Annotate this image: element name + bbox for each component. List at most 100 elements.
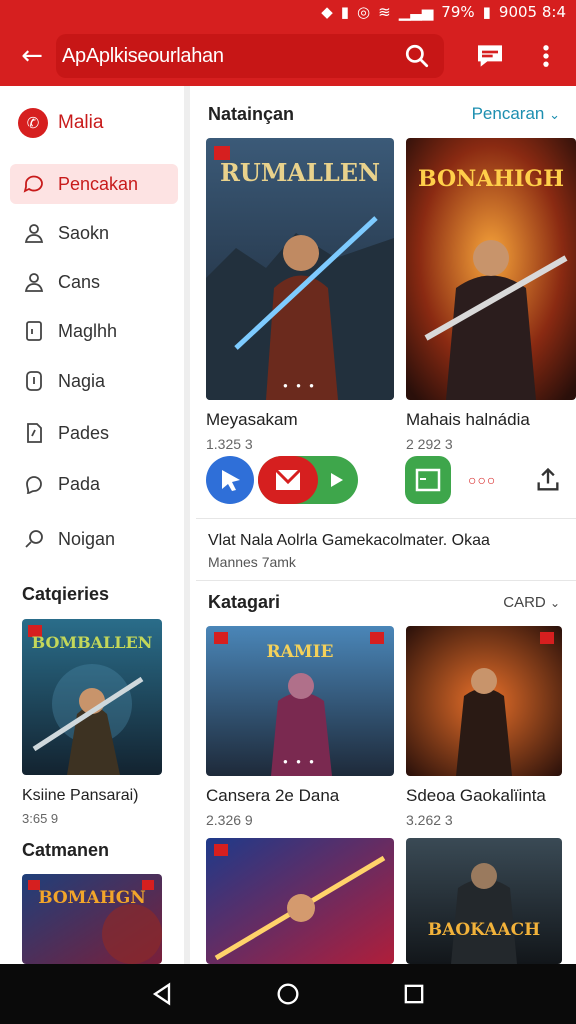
chevron-down-icon: ⌄ <box>549 596 560 610</box>
game-logo-text: BOMBALLEN <box>31 633 153 652</box>
sidebar-header-label: Malia <box>58 112 104 133</box>
sidebar-item-label: Pada <box>58 473 101 494</box>
app-bar: ← ApAplkiseourlahan <box>0 26 576 86</box>
card-meta: 2 292 3 <box>406 436 453 452</box>
sidebar-item-cans[interactable]: Cans <box>10 262 178 302</box>
card-title: Ksiine Pansarai) <box>22 787 139 804</box>
search-icon[interactable] <box>404 43 430 69</box>
game-card[interactable]: BOMAHGN <box>22 874 162 964</box>
sidebar-item-pencakan[interactable]: Pencakan <box>10 164 178 204</box>
sidebar-item-maglhh[interactable]: Maglhh <box>10 311 178 351</box>
main-content: Natainçan Pencaran ⌄ RUMALLEN ● ● ● Meya… <box>196 86 576 964</box>
sort-dropdown[interactable]: CARD ⌄ <box>503 594 560 611</box>
card-title: Mahais halnádia <box>406 410 530 429</box>
game-logo-text: BOMAHGN <box>38 888 146 908</box>
notification-icon: ◆ <box>321 3 333 21</box>
description-sub: Mannes 7amk <box>208 554 296 570</box>
share-button[interactable] <box>206 456 254 504</box>
game-artwork: BONAHIGH <box>406 138 576 400</box>
game-artwork <box>206 838 394 964</box>
see-more-link[interactable]: Pencaran ⌄ <box>472 104 560 124</box>
window-icon <box>415 468 441 492</box>
sidebar-item-noigan[interactable]: Noigan <box>10 519 178 559</box>
game-logo-text: RUMALLEN <box>219 158 381 187</box>
divider <box>196 580 576 581</box>
section-title: Katagari <box>208 592 281 612</box>
sidebar-item-label: Noigan <box>58 528 116 549</box>
game-logo-text: BONAHIGH <box>418 166 564 192</box>
card-meta: 3:65 9 <box>22 811 59 826</box>
play-icon <box>331 473 343 487</box>
carousel-dots[interactable]: ● ● ● <box>206 381 394 390</box>
wifi-icon: ≋ <box>378 3 391 21</box>
person-icon <box>24 224 44 243</box>
sidebar-item-saokn[interactable]: Saokn <box>10 213 178 253</box>
game-artwork: BAOKAACH <box>406 838 562 964</box>
sidebar-item-label: Pencakan <box>58 173 139 194</box>
sidebar-item-label: Nagia <box>58 370 106 391</box>
section-title: Catqieries <box>22 584 110 604</box>
game-card[interactable]: Sdeoa Gaokalïinta 3.262 3 <box>406 626 576 828</box>
back-triangle-icon[interactable] <box>148 980 176 1008</box>
document-icon <box>27 423 42 443</box>
install-button[interactable] <box>405 456 451 504</box>
mail-icon <box>258 456 318 504</box>
sidebar-item-nagia[interactable]: Nagia <box>10 361 178 401</box>
more-vert-icon[interactable] <box>532 40 560 72</box>
game-card[interactable]: BOMBALLEN Ksiine Pansarai) 3:65 9 <box>22 619 162 826</box>
home-circle-icon[interactable] <box>274 980 302 1008</box>
game-card[interactable]: RAMIE ● ● ● Cansera 2e Dana 2.326 9 <box>206 626 394 828</box>
search-input[interactable]: ApAplkiseourlahan <box>56 34 444 78</box>
card-meta: 1.325 3 <box>206 436 253 452</box>
sidebar-item-label: Saokn <box>58 222 110 243</box>
card-meta: 2.326 9 <box>206 812 253 828</box>
sidebar-header[interactable]: ✆ Malia <box>18 108 103 138</box>
cursor-icon <box>222 470 240 491</box>
game-card[interactable]: BAOKAACH <box>406 838 576 964</box>
game-artwork: RUMALLEN ● ● ● <box>206 138 394 400</box>
info-icon <box>26 371 42 391</box>
phone-icon: ✆ <box>18 108 48 138</box>
section-title: Catmanen <box>22 840 110 860</box>
chevron-down-icon: ⌄ <box>549 108 560 123</box>
divider <box>196 518 576 519</box>
play-button[interactable] <box>258 456 358 504</box>
signal-icon: ▁▃▅ <box>398 3 434 21</box>
game-card[interactable]: RUMALLEN ● ● ● Meyasakam 1.325 3 <box>206 138 394 452</box>
game-artwork: BOMBALLEN <box>22 619 162 775</box>
search-text: ApAplkiseourlahan <box>62 45 224 67</box>
carousel-dots[interactable]: ● ● ● <box>206 757 394 766</box>
sidebar-item-pada[interactable]: Pada <box>10 464 178 504</box>
game-artwork <box>406 626 562 776</box>
game-card[interactable]: BONAHIGH Mahais halnádia 2 292 3 <box>406 138 576 452</box>
chat-icon <box>23 175 43 193</box>
sim-icon: ▮ <box>340 3 350 21</box>
sidebar-item-label: Cans <box>58 271 101 292</box>
game-card[interactable] <box>206 838 394 964</box>
recents-square-icon[interactable] <box>400 980 428 1008</box>
sidebar-item-pades[interactable]: Pades <box>10 413 178 453</box>
back-arrow-icon[interactable]: ← <box>14 38 50 74</box>
chat-icon[interactable] <box>474 40 506 72</box>
sidebar: ✆ Malia Pencakan Saokn Cans Maglhh Nagia… <box>0 86 190 964</box>
section-title: Natainçan <box>208 104 295 124</box>
person-icon <box>24 273 44 292</box>
card-title: Meyasakam <box>206 410 298 429</box>
options-dots-icon[interactable]: ○○○ <box>468 472 496 488</box>
alarm-icon: ◎ <box>357 3 371 21</box>
see-more-label: Pencaran <box>471 104 545 123</box>
battery-icon: ▮ <box>482 3 491 21</box>
description: Vlat Nala Aolrla Gamekacolmater. Okaa <box>208 532 490 549</box>
game-logo-text: RAMIE <box>266 642 334 662</box>
card-title: Cansera 2e Dana <box>206 786 340 805</box>
leaf-icon <box>26 476 42 494</box>
sidebar-item-label: Maglhh <box>58 320 118 341</box>
search-icon <box>25 530 43 548</box>
clock: 9005 8:4 <box>498 3 566 21</box>
game-logo-text: BAOKAACH <box>427 920 541 940</box>
card-meta: 3.262 3 <box>406 812 453 828</box>
upload-icon[interactable] <box>534 466 562 494</box>
game-artwork: RAMIE ● ● ● <box>206 626 394 776</box>
status-bar: ◆ ▮ ◎ ≋ ▁▃▅ 79% ▮ 9005 8:4 <box>0 0 576 26</box>
sidebar-item-label: Pades <box>58 422 110 443</box>
